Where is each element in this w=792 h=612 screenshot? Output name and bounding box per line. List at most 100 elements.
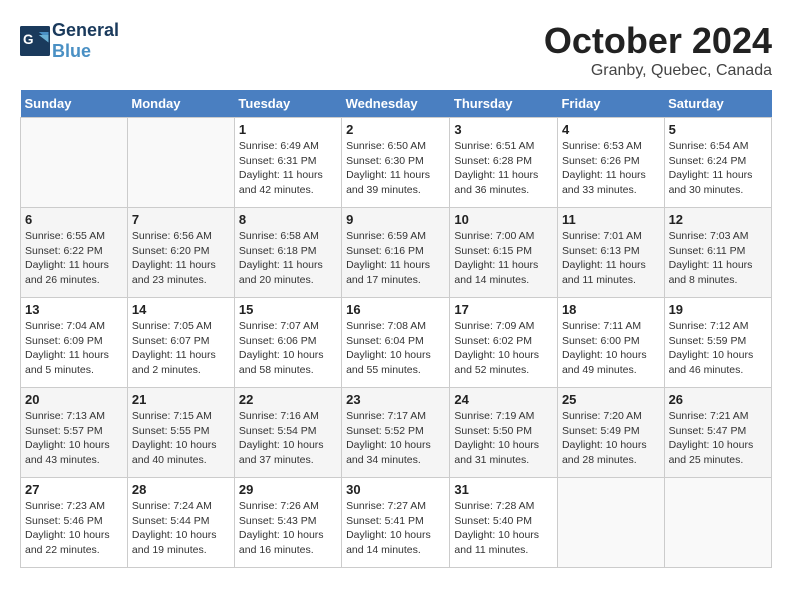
calendar-week-5: 27 Sunrise: 7:23 AMSunset: 5:46 PMDayligh…: [21, 478, 772, 568]
day-detail: Sunrise: 7:03 AMSunset: 6:11 PMDaylight:…: [669, 229, 767, 288]
calendar-week-3: 13Sunrise: 7:04 AMSunset: 6:09 PMDayligh…: [21, 298, 772, 388]
day-detail: Sunrise: 7:26 AMSunset: 5:43 PMDaylight:…: [239, 499, 337, 558]
weekday-header-saturday: Saturday: [664, 90, 771, 118]
day-detail: Sunrise: 7:23 AMSunset: 5:46 PMDaylight:…: [25, 499, 123, 558]
day-number: 5: [669, 122, 767, 137]
calendar-cell: [664, 478, 771, 568]
day-detail: Sunrise: 6:50 AMSunset: 6:30 PMDaylight:…: [346, 139, 445, 198]
svg-text:G: G: [23, 32, 34, 47]
calendar-cell: 14 Sunrise: 7:05 AMSunset: 6:07 PMDayligh…: [127, 298, 234, 388]
calendar-week-1: 1 Sunrise: 6:49 AMSunset: 6:31 PMDaylight…: [21, 118, 772, 208]
day-number: 3: [454, 122, 553, 137]
day-detail: Sunrise: 7:09 AMSunset: 6:02 PMDaylight:…: [454, 319, 553, 378]
day-number: 19: [669, 302, 767, 317]
calendar-cell: 8 Sunrise: 6:58 AMSunset: 6:18 PMDaylight…: [234, 208, 341, 298]
calendar-cell: 2 Sunrise: 6:50 AMSunset: 6:30 PMDaylight…: [342, 118, 450, 208]
day-detail: Sunrise: 7:08 AMSunset: 6:04 PMDaylight:…: [346, 319, 445, 378]
day-detail: Sunrise: 6:58 AMSunset: 6:18 PMDaylight:…: [239, 229, 337, 288]
calendar-week-2: 6 Sunrise: 6:55 AMSunset: 6:22 PMDaylight…: [21, 208, 772, 298]
day-number: 24: [454, 392, 553, 407]
calendar-cell: [127, 118, 234, 208]
day-number: 15: [239, 302, 337, 317]
calendar-cell: 9 Sunrise: 6:59 AMSunset: 6:16 PMDaylight…: [342, 208, 450, 298]
weekday-header-wednesday: Wednesday: [342, 90, 450, 118]
day-number: 17: [454, 302, 553, 317]
day-detail: Sunrise: 7:01 AMSunset: 6:13 PMDaylight:…: [562, 229, 660, 288]
day-detail: Sunrise: 7:19 AMSunset: 5:50 PMDaylight:…: [454, 409, 553, 468]
month-title: October 2024: [544, 20, 772, 62]
calendar-cell: 3 Sunrise: 6:51 AMSunset: 6:28 PMDaylight…: [450, 118, 558, 208]
day-detail: Sunrise: 7:00 AMSunset: 6:15 PMDaylight:…: [454, 229, 553, 288]
calendar-cell: 18 Sunrise: 7:11 AMSunset: 6:00 PMDayligh…: [557, 298, 664, 388]
day-number: 7: [132, 212, 230, 227]
day-number: 28: [132, 482, 230, 497]
calendar-cell: 20 Sunrise: 7:13 AMSunset: 5:57 PMDayligh…: [21, 388, 128, 478]
calendar-cell: 22Sunrise: 7:16 AMSunset: 5:54 PMDayligh…: [234, 388, 341, 478]
logo-text-blue: Blue: [52, 41, 119, 62]
title-block: October 2024 Granby, Quebec, Canada: [544, 20, 772, 80]
day-number: 16: [346, 302, 445, 317]
day-number: 8: [239, 212, 337, 227]
day-detail: Sunrise: 7:16 AMSunset: 5:54 PMDaylight:…: [239, 409, 337, 468]
day-number: 9: [346, 212, 445, 227]
day-detail: Sunrise: 7:24 AMSunset: 5:44 PMDaylight:…: [132, 499, 230, 558]
location: Granby, Quebec, Canada: [544, 62, 772, 80]
day-number: 12: [669, 212, 767, 227]
day-detail: Sunrise: 6:56 AMSunset: 6:20 PMDaylight:…: [132, 229, 230, 288]
day-detail: Sunrise: 6:51 AMSunset: 6:28 PMDaylight:…: [454, 139, 553, 198]
calendar-cell: [21, 118, 128, 208]
day-detail: Sunrise: 7:28 AMSunset: 5:40 PMDaylight:…: [454, 499, 553, 558]
day-number: 6: [25, 212, 123, 227]
day-number: 25: [562, 392, 660, 407]
day-detail: Sunrise: 7:07 AMSunset: 6:06 PMDaylight:…: [239, 319, 337, 378]
day-detail: Sunrise: 7:12 AMSunset: 5:59 PMDaylight:…: [669, 319, 767, 378]
day-detail: Sunrise: 7:11 AMSunset: 6:00 PMDaylight:…: [562, 319, 660, 378]
day-number: 1: [239, 122, 337, 137]
day-number: 29: [239, 482, 337, 497]
calendar-cell: 23 Sunrise: 7:17 AMSunset: 5:52 PMDayligh…: [342, 388, 450, 478]
calendar-cell: 7 Sunrise: 6:56 AMSunset: 6:20 PMDaylight…: [127, 208, 234, 298]
day-number: 27: [25, 482, 123, 497]
calendar-week-4: 20 Sunrise: 7:13 AMSunset: 5:57 PMDayligh…: [21, 388, 772, 478]
day-number: 31: [454, 482, 553, 497]
day-detail: Sunrise: 7:17 AMSunset: 5:52 PMDaylight:…: [346, 409, 445, 468]
calendar-cell: 27 Sunrise: 7:23 AMSunset: 5:46 PMDayligh…: [21, 478, 128, 568]
day-detail: Sunrise: 7:13 AMSunset: 5:57 PMDaylight:…: [25, 409, 123, 468]
calendar-cell: 30Sunrise: 7:27 AMSunset: 5:41 PMDayligh…: [342, 478, 450, 568]
day-number: 26: [669, 392, 767, 407]
day-number: 14: [132, 302, 230, 317]
calendar-cell: 4Sunrise: 6:53 AMSunset: 6:26 PMDaylight…: [557, 118, 664, 208]
calendar-cell: 5Sunrise: 6:54 AMSunset: 6:24 PMDaylight…: [664, 118, 771, 208]
weekday-header-thursday: Thursday: [450, 90, 558, 118]
weekday-header-monday: Monday: [127, 90, 234, 118]
day-number: 23: [346, 392, 445, 407]
day-detail: Sunrise: 7:27 AMSunset: 5:41 PMDaylight:…: [346, 499, 445, 558]
logo: G General Blue: [20, 20, 119, 62]
day-detail: Sunrise: 7:04 AMSunset: 6:09 PMDaylight:…: [25, 319, 123, 378]
calendar-cell: 17 Sunrise: 7:09 AMSunset: 6:02 PMDayligh…: [450, 298, 558, 388]
day-detail: Sunrise: 7:05 AMSunset: 6:07 PMDaylight:…: [132, 319, 230, 378]
calendar-header-row: SundayMondayTuesdayWednesdayThursdayFrid…: [21, 90, 772, 118]
day-number: 10: [454, 212, 553, 227]
calendar-cell: 26 Sunrise: 7:21 AMSunset: 5:47 PMDayligh…: [664, 388, 771, 478]
day-number: 20: [25, 392, 123, 407]
calendar-cell: 15 Sunrise: 7:07 AMSunset: 6:06 PMDayligh…: [234, 298, 341, 388]
day-detail: Sunrise: 7:21 AMSunset: 5:47 PMDaylight:…: [669, 409, 767, 468]
calendar-cell: 10 Sunrise: 7:00 AMSunset: 6:15 PMDayligh…: [450, 208, 558, 298]
day-number: 11: [562, 212, 660, 227]
day-number: 2: [346, 122, 445, 137]
calendar-cell: 19 Sunrise: 7:12 AMSunset: 5:59 PMDayligh…: [664, 298, 771, 388]
day-detail: Sunrise: 6:53 AMSunset: 6:26 PMDaylight:…: [562, 139, 660, 198]
calendar-cell: 6 Sunrise: 6:55 AMSunset: 6:22 PMDaylight…: [21, 208, 128, 298]
day-detail: Sunrise: 6:59 AMSunset: 6:16 PMDaylight:…: [346, 229, 445, 288]
day-detail: Sunrise: 7:15 AMSunset: 5:55 PMDaylight:…: [132, 409, 230, 468]
day-detail: Sunrise: 6:49 AMSunset: 6:31 PMDaylight:…: [239, 139, 337, 198]
calendar-cell: 12 Sunrise: 7:03 AMSunset: 6:11 PMDayligh…: [664, 208, 771, 298]
weekday-header-sunday: Sunday: [21, 90, 128, 118]
calendar-cell: 24 Sunrise: 7:19 AMSunset: 5:50 PMDayligh…: [450, 388, 558, 478]
logo-text-general: General: [52, 20, 119, 41]
day-detail: Sunrise: 6:55 AMSunset: 6:22 PMDaylight:…: [25, 229, 123, 288]
day-number: 18: [562, 302, 660, 317]
calendar-cell: 13Sunrise: 7:04 AMSunset: 6:09 PMDayligh…: [21, 298, 128, 388]
calendar-cell: [557, 478, 664, 568]
